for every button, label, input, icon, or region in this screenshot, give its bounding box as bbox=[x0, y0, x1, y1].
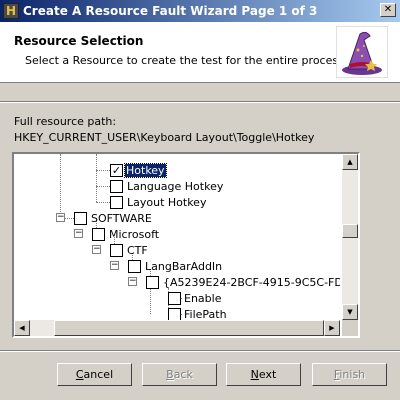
tree-line bbox=[65, 218, 74, 219]
tree-item-software[interactable]: SOFTWARE bbox=[91, 212, 152, 225]
tree-checkbox[interactable] bbox=[110, 244, 123, 257]
finish-label: inish bbox=[339, 368, 366, 381]
vertical-scroll-thumb[interactable] bbox=[342, 224, 358, 238]
next-button[interactable]: Next bbox=[226, 363, 301, 386]
tree-checkbox[interactable] bbox=[110, 196, 123, 209]
tree-item-ctf[interactable]: CTF bbox=[127, 244, 148, 257]
tree-item-guid[interactable]: {A5239E24-2BCF-4915-9C5C-FD50C0 bbox=[163, 276, 340, 289]
back-mnemonic: B bbox=[166, 368, 174, 381]
next-label: ext bbox=[258, 368, 277, 381]
collapse-icon[interactable]: − bbox=[128, 277, 137, 286]
tree-line bbox=[60, 154, 61, 218]
tree-item-layout-hotkey[interactable]: Layout Hotkey bbox=[127, 196, 206, 209]
page-subtitle: Select a Resource to create the test for… bbox=[25, 54, 344, 67]
tree-item-hotkey[interactable]: Hotkey bbox=[124, 163, 167, 178]
scrollbar-corner bbox=[342, 320, 358, 336]
collapse-icon[interactable]: − bbox=[92, 245, 101, 254]
horizontal-scrollbar[interactable]: ◀ ▶ bbox=[14, 320, 340, 336]
collapse-icon[interactable]: − bbox=[56, 213, 65, 222]
scroll-left-icon[interactable]: ◀ bbox=[14, 320, 30, 336]
tree-checkbox[interactable] bbox=[92, 228, 105, 241]
tree-line bbox=[96, 154, 97, 202]
title-bar: H Create A Resource Fault Wizard Page 1 … bbox=[0, 0, 400, 22]
resource-path-label: Full resource path: bbox=[14, 115, 117, 128]
scroll-up-icon[interactable]: ▲ bbox=[342, 154, 358, 170]
close-button[interactable]: ✕ bbox=[380, 3, 396, 17]
tree-line bbox=[96, 170, 110, 171]
wizard-hat-icon bbox=[336, 26, 388, 78]
next-mnemonic: N bbox=[250, 368, 259, 381]
app-icon: H bbox=[3, 3, 19, 19]
scroll-right-icon[interactable]: ▶ bbox=[324, 320, 340, 336]
tree-checkbox[interactable] bbox=[146, 276, 159, 289]
resource-tree[interactable]: ✓ Hotkey Language Hotkey Layout Hotkey −… bbox=[12, 152, 360, 338]
tree-item-microsoft[interactable]: Microsoft bbox=[109, 228, 159, 241]
tree-checkbox[interactable] bbox=[168, 292, 181, 305]
tree-item-language-hotkey[interactable]: Language Hotkey bbox=[127, 180, 223, 193]
horizontal-scroll-thumb[interactable] bbox=[54, 320, 324, 336]
window-title: Create A Resource Fault Wizard Page 1 of… bbox=[23, 4, 318, 18]
tree-line bbox=[96, 202, 110, 203]
tree-item-langbaraddin[interactable]: LangBarAddIn bbox=[145, 260, 222, 273]
cancel-mnemonic: C bbox=[75, 368, 84, 381]
vertical-scrollbar[interactable]: ▲ ▼ bbox=[342, 154, 358, 320]
tree-item-enable[interactable]: Enable bbox=[184, 292, 221, 305]
tree-checkbox[interactable] bbox=[128, 260, 141, 273]
header-divider bbox=[0, 101, 400, 103]
tree-checkbox[interactable] bbox=[74, 212, 87, 225]
collapse-icon[interactable]: − bbox=[110, 261, 119, 270]
wizard-header: Resource Selection Select a Resource to … bbox=[0, 22, 400, 83]
back-label: ack bbox=[173, 368, 193, 381]
scroll-down-icon[interactable]: ▼ bbox=[342, 304, 358, 320]
collapse-icon[interactable]: − bbox=[74, 229, 83, 238]
page-title: Resource Selection bbox=[14, 34, 144, 48]
cancel-label: ancel bbox=[83, 368, 114, 381]
back-button[interactable]: Back bbox=[142, 363, 217, 386]
resource-path-value: HKEY_CURRENT_USER\Keyboard Layout\Toggle… bbox=[14, 131, 315, 144]
tree-line bbox=[96, 186, 110, 187]
tree-checkbox[interactable] bbox=[110, 180, 123, 193]
tree-checkbox[interactable]: ✓ bbox=[110, 164, 123, 177]
cancel-button[interactable]: Cancel bbox=[57, 363, 132, 386]
tree-item-filepath[interactable]: FilePath bbox=[184, 308, 227, 320]
footer-divider bbox=[0, 350, 400, 352]
tree-checkbox[interactable] bbox=[168, 308, 181, 320]
finish-button[interactable]: Finish bbox=[312, 363, 387, 386]
tree-content: ✓ Hotkey Language Hotkey Layout Hotkey −… bbox=[14, 154, 340, 320]
